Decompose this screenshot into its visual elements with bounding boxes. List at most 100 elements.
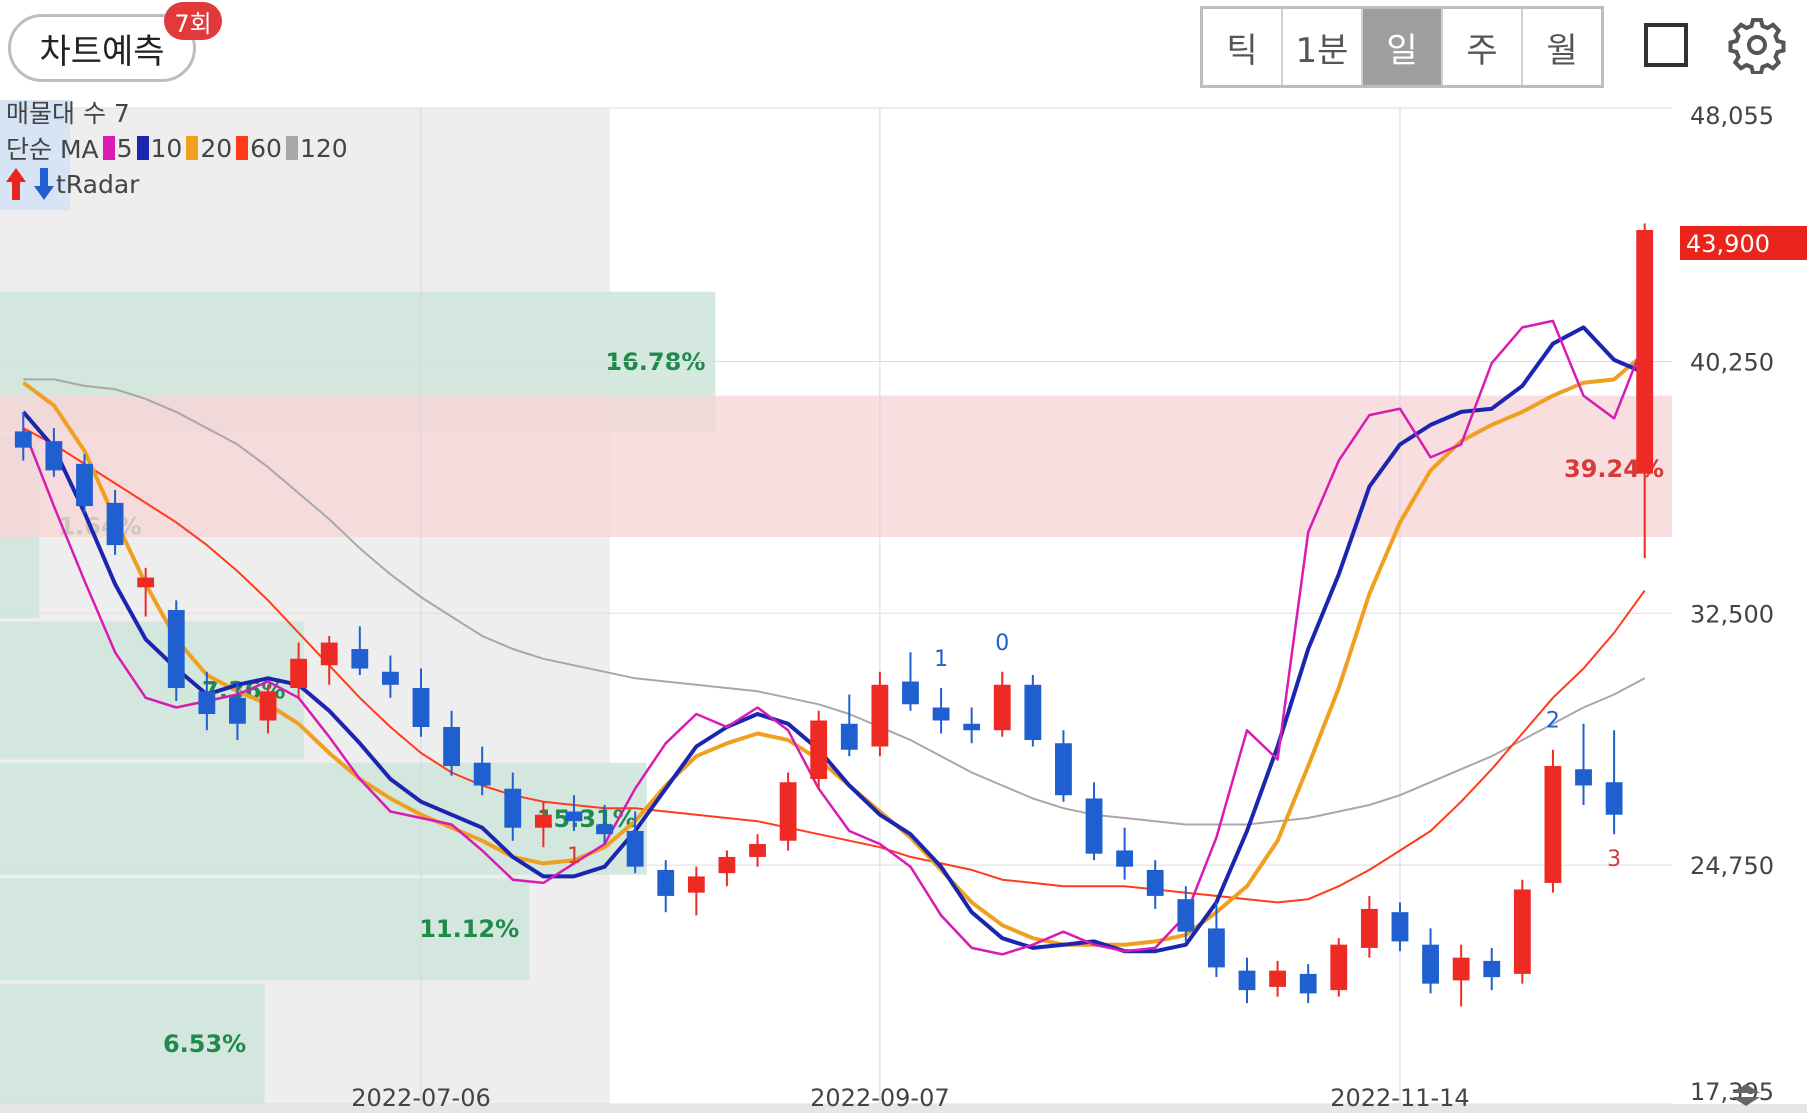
candle-body [534,814,552,828]
tab-1min[interactable]: 1분 [1283,9,1363,85]
candle-body [1055,743,1072,796]
candle-body [1330,944,1348,991]
candle-body [381,671,399,685]
candle-body [76,463,93,507]
volume-profile-label: 6.53% [163,1030,246,1058]
candle-body [443,727,461,766]
ma60-label: 60 [250,133,282,163]
ma20-swatch [186,136,199,160]
ma5-swatch [102,136,115,160]
x-tick-label: 2022-11-14 [1330,1084,1469,1112]
ma5-label: 5 [116,133,133,163]
candle-body [565,811,583,822]
candle-body [320,642,338,666]
candle-body [137,577,155,588]
x-tick-label: 2022-07-06 [351,1084,490,1112]
candle-body [687,876,705,893]
chart-forecast-label: 차트예측 [39,31,165,72]
candle-body [1636,229,1654,474]
candle-body [1391,912,1409,942]
candle-body [290,658,308,689]
tab-tick[interactable]: 틱 [1203,9,1283,85]
candle-body [1483,960,1501,978]
toolbar: 차트예측 7회 틱 1분 일 주 월 [0,0,1807,101]
candle-body [412,688,430,728]
candle-body [1544,765,1562,883]
volume-profile-legend: 매물대 수 7 [6,99,130,128]
candle-body [198,691,216,715]
period-tabs: 틱 1분 일 주 월 [1200,6,1604,88]
ma10-label: 10 [150,133,183,163]
candle-body [473,762,491,786]
candle-body [167,610,185,689]
x-tick-label: 2022-09-07 [810,1084,949,1112]
candle-body [1024,684,1042,741]
tradar-arrows-icon [6,168,54,200]
candle-body [1299,973,1317,994]
candle-body [1207,928,1225,968]
signal-label: 1 [567,844,581,869]
y-tick-label: 24,750 [1690,852,1774,880]
square-outline-icon[interactable] [1643,22,1689,68]
tradar-legend: tRadar [4,166,139,202]
signal-label: 1 [934,647,948,672]
axis-scroll-icon[interactable] [1728,1082,1764,1108]
ma60-swatch [236,136,249,160]
signal-label: 0 [995,631,1009,656]
tab-weekly[interactable]: 주 [1443,9,1523,85]
resistance-band [0,395,1672,537]
candle-body [14,431,32,448]
tab-monthly[interactable]: 월 [1523,9,1601,85]
y-tick-label: 48,055 [1690,102,1774,130]
candle-body [229,697,246,724]
volume-profile-label: 11.12% [419,915,519,943]
candle-body [1452,957,1470,981]
current-price-label: 43,900 [1686,230,1770,258]
candle-body [1269,970,1287,987]
tradar-label: tRadar [56,169,140,199]
ma120-swatch [285,136,298,160]
candle-body [259,691,277,721]
ma-type-label: 단순 MA [6,135,99,164]
candle-body [1238,970,1256,991]
candle-body [1177,899,1195,932]
candle-body [1360,908,1378,948]
candle-body [1422,944,1439,984]
ma120-label: 120 [299,133,348,163]
y-tick-label: 40,250 [1690,349,1774,377]
candle-body [902,681,919,705]
signal-label: 2 [1546,709,1560,734]
gear-icon[interactable] [1728,16,1786,74]
candle-body [596,824,613,835]
candle-body [504,788,522,828]
candle-body [45,441,63,471]
candle-body [871,684,889,747]
candle-body [932,707,950,721]
candle-body [657,869,675,896]
signal-label: 3 [1607,847,1621,872]
forecast-count-badge: 7회 [164,2,222,40]
tab-daily[interactable]: 일 [1363,9,1443,85]
candle-body [106,502,124,546]
candle-body [993,684,1011,731]
moving-average-legend: 단순 MA 5 10 20 60 120 [6,130,348,166]
ma10-swatch [136,136,149,160]
candlestick-chart[interactable]: 16.78%1.64%7.36%15.31%11.12%6.53%39.24% … [0,100,1807,1113]
candle-body [1605,782,1623,815]
candle-body [779,782,797,841]
y-tick-label: 32,500 [1690,600,1774,628]
candle-body [840,723,858,750]
candle-body [718,856,736,874]
candle-body [1513,889,1531,974]
candle-body [963,723,981,731]
chart-area[interactable]: 16.78%1.64%7.36%15.31%11.12%6.53%39.24% … [0,99,1807,1113]
candle-body [626,830,644,867]
candle-body [1146,869,1164,896]
candle-body [1085,798,1103,854]
ma20-label: 20 [200,133,233,163]
candle-body [810,720,828,779]
candle-body [351,649,369,669]
candle-body [1116,850,1134,867]
candle-body [1575,769,1592,786]
candle-body [749,843,766,857]
